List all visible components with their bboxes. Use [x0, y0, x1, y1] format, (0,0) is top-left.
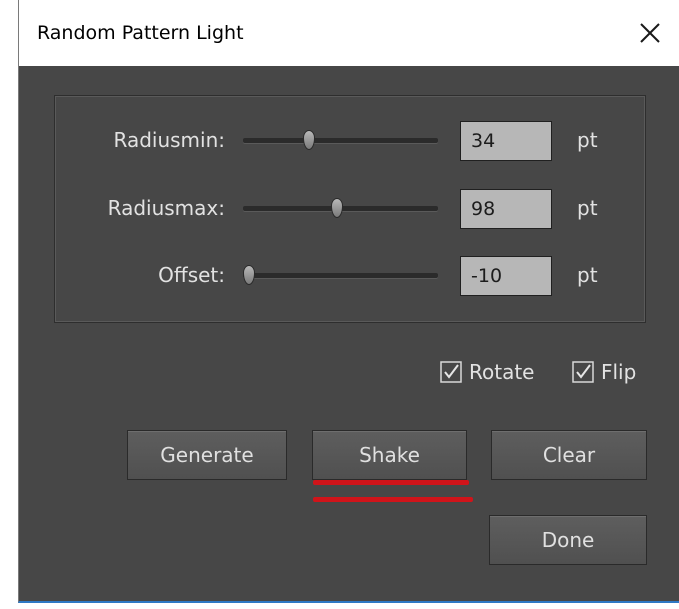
offset-unit: pt [577, 263, 598, 287]
parameters-panel: Radiusmin: 34 pt Radiusmax: 98 pt Offset… [54, 95, 646, 323]
title-bar: Random Pattern Light [19, 0, 679, 66]
offset-row: Offset: -10 pt [55, 251, 645, 301]
radiusmin-input[interactable]: 34 [460, 121, 552, 161]
radiusmax-slider-thumb[interactable] [330, 198, 343, 218]
flip-checkbox[interactable]: Flip [571, 358, 636, 386]
dialog-title: Random Pattern Light [37, 22, 244, 44]
offset-label: Offset: [158, 263, 225, 287]
radiusmax-row: Radiusmax: 98 pt [55, 184, 645, 234]
radiusmin-slider[interactable] [243, 130, 438, 150]
offset-slider-thumb[interactable] [243, 265, 255, 285]
radiusmax-input[interactable]: 98 [460, 189, 552, 229]
close-icon [640, 23, 660, 43]
dialog-window: Random Pattern Light Radiusmin: 34 pt Ra… [18, 0, 679, 603]
checkbox-checked-icon [572, 361, 594, 383]
radiusmax-unit: pt [577, 196, 598, 220]
rotate-checkbox[interactable]: Rotate [439, 358, 534, 386]
radiusmin-slider-thumb[interactable] [303, 130, 316, 150]
shake-button[interactable]: Shake [312, 430, 467, 480]
close-button[interactable] [631, 14, 669, 52]
radiusmin-unit: pt [577, 128, 598, 152]
checkbox-checked-icon [440, 361, 462, 383]
clear-button[interactable]: Clear [491, 430, 647, 480]
radiusmax-label: Radiusmax: [107, 196, 225, 220]
annotation-underline-1 [313, 480, 469, 485]
flip-label: Flip [601, 360, 637, 384]
offset-slider[interactable] [243, 265, 438, 285]
radiusmax-slider[interactable] [243, 198, 438, 218]
radiusmin-row: Radiusmin: 34 pt [55, 116, 645, 166]
rotate-label: Rotate [469, 360, 535, 384]
annotation-underline-2 [313, 497, 473, 502]
generate-button[interactable]: Generate [127, 430, 287, 480]
offset-input[interactable]: -10 [460, 256, 552, 296]
radiusmin-label: Radiusmin: [113, 128, 225, 152]
done-button[interactable]: Done [489, 515, 647, 565]
